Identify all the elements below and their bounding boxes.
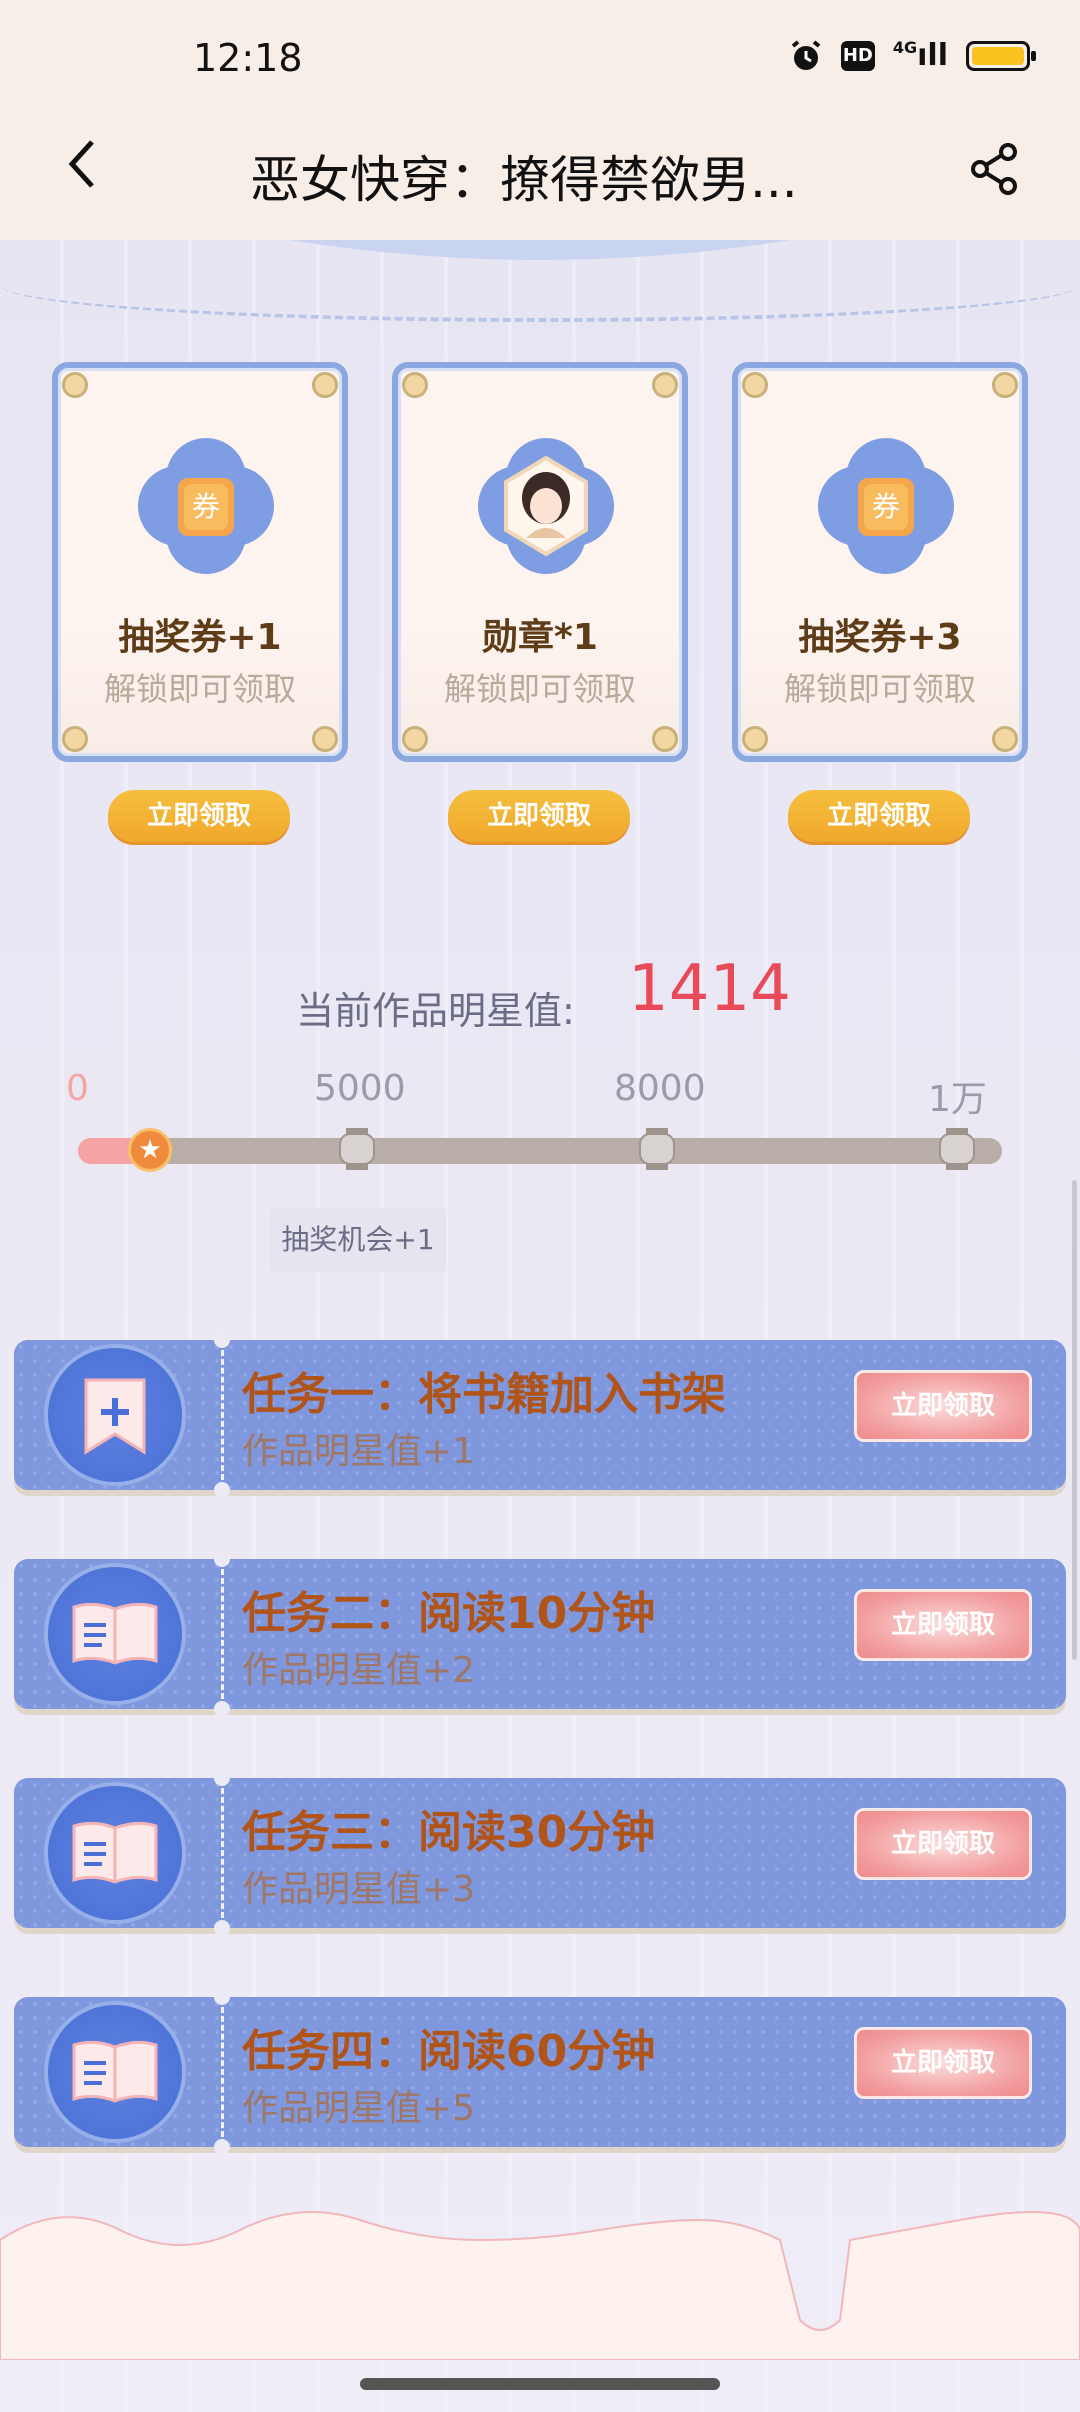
reward-label: 抽奖券+3 bbox=[798, 617, 962, 658]
star-value-label: 当前作品明星值: bbox=[296, 989, 575, 1033]
star-value: 1414 bbox=[628, 952, 791, 1026]
task-claim-button-3[interactable]: 立即领取 bbox=[854, 1808, 1032, 1880]
lantern-milestone-icon bbox=[639, 1128, 675, 1170]
task-icon-container bbox=[48, 1567, 182, 1701]
progress-tick-5000: 5000 bbox=[314, 1068, 406, 1109]
task-card-4: 任务四：阅读60分钟 作品明星值+5 立即领取 bbox=[14, 1989, 1066, 2155]
progress-tick-10000: 1万 bbox=[928, 1079, 987, 1120]
task-card-2: 任务二：阅读10分钟 作品明星值+2 立即领取 bbox=[14, 1551, 1066, 1717]
lantern-milestone-icon bbox=[339, 1128, 375, 1170]
claim-button-1[interactable]: 立即领取 bbox=[108, 790, 290, 842]
signal-icon: 4Gıll bbox=[892, 38, 948, 73]
status-icons: HD 4Gıll bbox=[789, 38, 1036, 73]
task-claim-button-2[interactable]: 立即领取 bbox=[854, 1589, 1032, 1661]
task-title: 任务四：阅读60分钟 bbox=[242, 2026, 656, 2077]
task-title: 任务二：阅读10分钟 bbox=[242, 1588, 656, 1639]
chevron-left-icon bbox=[68, 140, 94, 188]
ticket-icon: 券 bbox=[818, 438, 954, 574]
status-bar: 12:18 HD 4Gıll bbox=[0, 0, 1080, 100]
reward-label: 勋章*1 bbox=[482, 617, 598, 658]
battery-icon bbox=[966, 40, 1036, 71]
task-claim-button-1[interactable]: 立即领取 bbox=[854, 1370, 1032, 1442]
reward-card-2: 勋章*1 解锁即可领取 bbox=[392, 362, 688, 762]
claim-button-3[interactable]: 立即领取 bbox=[788, 790, 970, 842]
task-icon-container bbox=[48, 2005, 182, 2139]
progress-tick-8000: 8000 bbox=[614, 1068, 706, 1109]
hd-icon: HD bbox=[840, 40, 875, 71]
task-reward: 作品明星值+3 bbox=[242, 1869, 476, 1910]
task-icon-container bbox=[48, 1786, 182, 1920]
task-card-3: 任务三：阅读30分钟 作品明星值+3 立即领取 bbox=[14, 1770, 1066, 1936]
reward-label: 抽奖券+1 bbox=[118, 617, 282, 658]
task-reward: 作品明星值+2 bbox=[242, 1650, 476, 1691]
task-reward: 作品明星值+1 bbox=[242, 1431, 476, 1472]
back-button[interactable] bbox=[62, 134, 102, 206]
task-reward: 作品明星值+5 bbox=[242, 2088, 476, 2129]
scrollbar[interactable] bbox=[1072, 1180, 1077, 1660]
banner-bottom-decoration bbox=[290, 240, 790, 260]
task-title: 任务一：将书籍加入书架 bbox=[242, 1369, 726, 1420]
task-card-1: 任务一：将书籍加入书架 作品明星值+1 立即领取 bbox=[14, 1332, 1066, 1498]
bottom-wave-decoration bbox=[0, 2211, 1080, 2360]
medal-portrait-icon bbox=[478, 438, 614, 574]
page-title: 恶女快穿：撩得禁欲男... bbox=[250, 151, 798, 209]
bookmark-add-icon bbox=[84, 1378, 146, 1455]
ticket-icon: 券 bbox=[138, 438, 274, 574]
share-icon[interactable] bbox=[968, 142, 1022, 196]
open-book-icon bbox=[72, 2040, 158, 2103]
progress-tick-0: 0 bbox=[66, 1068, 89, 1109]
task-claim-button-4[interactable]: 立即领取 bbox=[854, 2027, 1032, 2099]
reward-sub: 解锁即可领取 bbox=[103, 670, 296, 708]
network-type: 4G bbox=[892, 38, 918, 57]
milestone-tooltip: 抽奖机会+1 bbox=[270, 1208, 446, 1272]
claim-button-2[interactable]: 立即领取 bbox=[448, 790, 630, 842]
app-header: 恶女快穿：撩得禁欲男... bbox=[0, 100, 1080, 240]
svg-text:券: 券 bbox=[872, 490, 900, 523]
progress-track bbox=[78, 1138, 1002, 1164]
progress-star-icon: ★ bbox=[128, 1128, 172, 1172]
home-indicator[interactable] bbox=[360, 2378, 720, 2390]
alarm-icon bbox=[791, 39, 821, 70]
open-book-icon bbox=[72, 1821, 158, 1884]
lantern-milestone-icon bbox=[939, 1128, 975, 1170]
svg-text:券: 券 bbox=[192, 490, 220, 523]
reward-card-3: 券 抽奖券+3 解锁即可领取 bbox=[732, 362, 1028, 762]
clock: 12:18 bbox=[193, 36, 303, 80]
reward-sub: 解锁即可领取 bbox=[443, 670, 636, 708]
reward-sub: 解锁即可领取 bbox=[783, 670, 976, 708]
reward-card-1: 券 抽奖券+1 解锁即可领取 bbox=[52, 362, 348, 762]
task-title: 任务三：阅读30分钟 bbox=[242, 1807, 656, 1858]
task-icon-container bbox=[48, 1348, 182, 1482]
open-book-icon bbox=[72, 1602, 158, 1665]
